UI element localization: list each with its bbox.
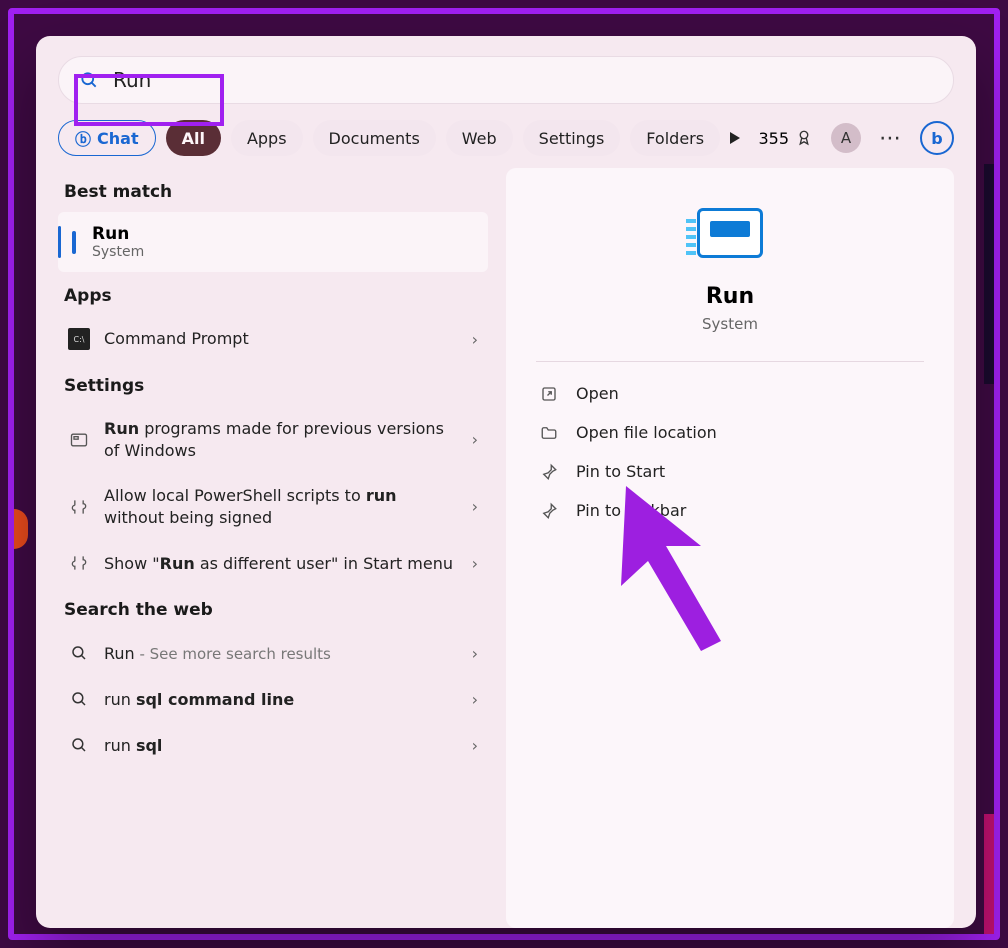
filter-apps-label: Apps bbox=[247, 129, 287, 148]
filter-documents-label: Documents bbox=[329, 129, 420, 148]
bing-glyph: b bbox=[931, 129, 942, 148]
search-web-heading: Search the web bbox=[58, 586, 488, 630]
separator bbox=[536, 361, 924, 362]
list-item-label: Allow local PowerShell scripts to run wi… bbox=[104, 485, 458, 528]
bing-chat-icon: ⓑ bbox=[75, 126, 91, 150]
avatar-initial: A bbox=[841, 129, 851, 147]
pin-icon bbox=[540, 502, 560, 520]
filter-documents[interactable]: Documents bbox=[313, 120, 436, 156]
filter-folders-label: Folders bbox=[646, 129, 704, 148]
list-item-label: run sql command line bbox=[104, 689, 294, 711]
filter-chat-label: Chat bbox=[97, 129, 139, 148]
action-label: Pin to Start bbox=[576, 462, 665, 481]
user-avatar[interactable]: A bbox=[831, 123, 861, 153]
search-icon bbox=[68, 734, 90, 756]
apps-result-command-prompt[interactable]: C:\ Command Prompt › bbox=[58, 316, 488, 362]
rewards-counter[interactable]: 355 bbox=[758, 129, 813, 148]
settings-tools-icon bbox=[68, 496, 90, 518]
list-item-label: Run programs made for previous versions … bbox=[104, 418, 458, 461]
action-open-file-location[interactable]: Open file location bbox=[536, 413, 924, 452]
filter-folders[interactable]: Folders bbox=[630, 120, 720, 156]
search-icon bbox=[68, 642, 90, 664]
chevron-right-icon: › bbox=[472, 430, 478, 449]
folder-icon bbox=[540, 424, 560, 442]
chevron-right-icon: › bbox=[472, 497, 478, 516]
search-icon bbox=[79, 70, 99, 90]
web-result-0[interactable]: Run - See more search results › bbox=[58, 630, 488, 676]
bing-button[interactable]: b bbox=[920, 121, 954, 155]
rewards-icon bbox=[795, 129, 813, 147]
filter-row: ⓑ Chat All Apps Documents Web Settings F… bbox=[36, 108, 976, 162]
web-result-2[interactable]: run sql › bbox=[58, 722, 488, 768]
search-icon bbox=[68, 688, 90, 710]
best-match-subtitle: System bbox=[92, 244, 144, 260]
command-prompt-icon: C:\ bbox=[68, 328, 90, 350]
best-match-result[interactable]: Run System bbox=[58, 212, 488, 272]
search-input[interactable] bbox=[113, 68, 953, 92]
run-app-icon-large bbox=[536, 208, 924, 284]
chevron-right-icon: › bbox=[472, 554, 478, 573]
action-pin-to-start[interactable]: Pin to Start bbox=[536, 452, 924, 491]
settings-result-0[interactable]: Run programs made for previous versions … bbox=[58, 406, 488, 473]
filter-all[interactable]: All bbox=[166, 120, 221, 156]
chevron-right-icon: › bbox=[472, 736, 478, 755]
settings-heading: Settings bbox=[58, 362, 488, 406]
web-result-1[interactable]: run sql command line › bbox=[58, 676, 488, 722]
detail-subtitle: System bbox=[536, 315, 924, 333]
pin-icon bbox=[540, 463, 560, 481]
filter-web-label: Web bbox=[462, 129, 497, 148]
filter-settings-label: Settings bbox=[539, 129, 605, 148]
rewards-count: 355 bbox=[758, 129, 789, 148]
best-match-heading: Best match bbox=[58, 168, 488, 212]
filter-web[interactable]: Web bbox=[446, 120, 513, 156]
filter-chat[interactable]: ⓑ Chat bbox=[58, 120, 156, 156]
list-item-label: Show "Run as different user" in Start me… bbox=[104, 553, 453, 575]
chevron-right-icon: › bbox=[472, 644, 478, 663]
settings-tools-icon bbox=[68, 552, 90, 574]
search-bar[interactable] bbox=[58, 56, 954, 104]
action-label: Open file location bbox=[576, 423, 717, 442]
filter-settings[interactable]: Settings bbox=[523, 120, 621, 156]
chevron-right-icon: › bbox=[472, 330, 478, 349]
settings-result-2[interactable]: Show "Run as different user" in Start me… bbox=[58, 540, 488, 586]
filter-all-label: All bbox=[182, 129, 205, 148]
settings-program-icon bbox=[68, 429, 90, 451]
more-menu-icon[interactable]: ⋯ bbox=[879, 126, 902, 151]
settings-result-1[interactable]: Allow local PowerShell scripts to run wi… bbox=[58, 473, 488, 540]
action-label: Pin to taskbar bbox=[576, 501, 686, 520]
list-item-label: run sql bbox=[104, 735, 162, 757]
chevron-right-icon: › bbox=[472, 690, 478, 709]
detail-pane: Run System Open Open file location bbox=[506, 168, 954, 928]
run-app-icon bbox=[72, 233, 76, 252]
filter-apps[interactable]: Apps bbox=[231, 120, 303, 156]
list-item-label: Run - See more search results bbox=[104, 643, 331, 665]
results-column: Best match Run System Apps C:\ Command P… bbox=[58, 168, 488, 928]
list-item-label: Command Prompt bbox=[104, 328, 249, 350]
best-match-title: Run bbox=[92, 224, 144, 244]
action-pin-to-taskbar[interactable]: Pin to taskbar bbox=[536, 491, 924, 530]
filter-overflow-icon[interactable] bbox=[730, 132, 740, 144]
action-open[interactable]: Open bbox=[536, 374, 924, 413]
open-icon bbox=[540, 385, 560, 403]
action-label: Open bbox=[576, 384, 619, 403]
start-search-panel: ⓑ Chat All Apps Documents Web Settings F… bbox=[36, 36, 976, 928]
detail-title: Run bbox=[536, 284, 924, 309]
apps-heading: Apps bbox=[58, 272, 488, 316]
